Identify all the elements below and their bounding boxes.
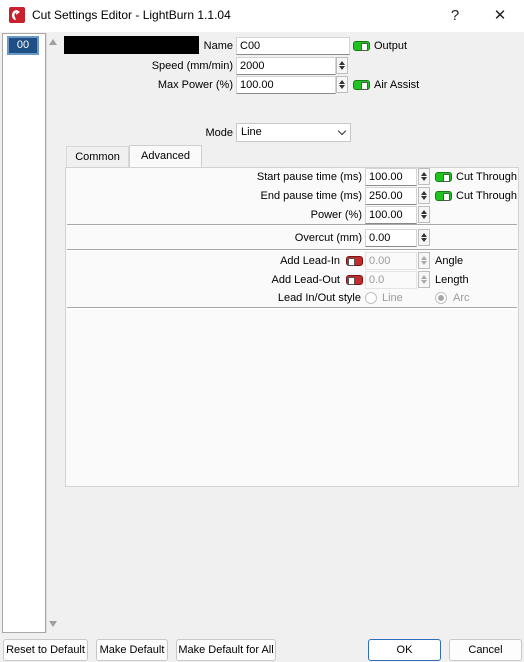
lead-out-toggle[interactable] — [346, 275, 363, 285]
output-toggle[interactable] — [353, 41, 370, 51]
window-title: Cut Settings Editor - LightBurn 1.1.04 — [32, 8, 231, 22]
air-assist-toggle[interactable] — [353, 80, 370, 90]
add-lead-in-label: Add Lead-In — [280, 255, 340, 267]
output-label: Output — [374, 40, 408, 52]
name-label: Name — [203, 40, 233, 52]
mode-select[interactable]: Line — [236, 123, 351, 142]
overcut-label: Overcut (mm) — [294, 232, 362, 244]
start-cut-through-toggle[interactable] — [435, 172, 452, 182]
max-power-spinner[interactable] — [336, 76, 348, 93]
end-cut-through-label: Cut Through — [456, 190, 517, 202]
overcut-input[interactable]: 0.00 — [365, 229, 417, 247]
tab-advanced[interactable]: Advanced — [129, 145, 202, 168]
layer-list[interactable]: 00 — [2, 33, 46, 633]
lead-out-spinner[interactable] — [418, 271, 430, 288]
scroll-down-icon[interactable] — [49, 621, 57, 627]
add-lead-out-label: Add Lead-Out — [271, 274, 341, 286]
ok-button[interactable]: OK — [368, 639, 441, 661]
mode-select-value: Line — [241, 126, 262, 138]
divider — [67, 308, 517, 309]
close-button[interactable]: ✕ — [486, 4, 514, 28]
air-assist-label: Air Assist — [374, 79, 420, 91]
speed-input[interactable]: 2000 — [236, 57, 336, 75]
angle-label: Angle — [435, 255, 464, 267]
start-cut-through-label: Cut Through — [456, 171, 517, 183]
lead-in-spinner[interactable] — [418, 252, 430, 269]
mode-label: Mode — [205, 127, 233, 139]
divider — [67, 225, 517, 226]
make-default-button[interactable]: Make Default — [96, 639, 168, 661]
scroll-up-icon[interactable] — [49, 39, 57, 45]
arc-option-label: Arc — [453, 292, 470, 304]
help-button[interactable]: ? — [441, 4, 469, 28]
lead-out-length-input[interactable]: 0.0 — [365, 271, 417, 289]
lead-in-toggle[interactable] — [346, 256, 363, 266]
start-pause-label: Start pause time (ms) — [256, 171, 362, 183]
reset-to-default-button[interactable]: Reset to Default — [3, 639, 88, 661]
make-default-for-all-button[interactable]: Make Default for All — [176, 639, 276, 661]
lead-style-label: Lead In/Out style — [277, 292, 361, 304]
cancel-button[interactable]: Cancel — [449, 639, 522, 661]
lead-in-angle-input[interactable]: 0.00 — [365, 252, 417, 270]
max-power-input[interactable]: 100.00 — [236, 76, 336, 94]
end-pause-spinner[interactable] — [418, 187, 430, 204]
start-pause-input[interactable]: 100.00 — [365, 168, 417, 186]
speed-label: Speed (mm/min) — [151, 60, 233, 72]
layer-chip-00[interactable]: 00 — [7, 36, 39, 55]
layer-list-scrollbar[interactable] — [46, 33, 59, 633]
lead-style-arc-radio[interactable] — [435, 292, 447, 304]
max-power-label: Max Power (%) — [157, 79, 233, 91]
tab-common[interactable]: Common — [66, 146, 129, 167]
end-pause-input[interactable]: 250.00 — [365, 187, 417, 205]
end-cut-through-toggle[interactable] — [435, 191, 452, 201]
divider — [67, 250, 517, 251]
title-bar: Cut Settings Editor - LightBurn 1.1.04 ?… — [0, 0, 524, 32]
power-spinner[interactable] — [418, 206, 430, 223]
line-option-label: Line — [382, 292, 403, 304]
speed-spinner[interactable] — [336, 57, 348, 74]
power-input[interactable]: 100.00 — [365, 206, 417, 224]
overcut-spinner[interactable] — [418, 229, 430, 246]
chevron-down-icon — [337, 126, 347, 136]
lightburn-logo-icon — [9, 7, 25, 23]
power-label: Power (%) — [310, 209, 362, 221]
lead-style-line-radio[interactable] — [365, 292, 377, 304]
end-pause-label: End pause time (ms) — [260, 190, 362, 202]
start-pause-spinner[interactable] — [418, 168, 430, 185]
name-input[interactable]: C00 — [236, 37, 350, 55]
length-label: Length — [435, 274, 469, 286]
